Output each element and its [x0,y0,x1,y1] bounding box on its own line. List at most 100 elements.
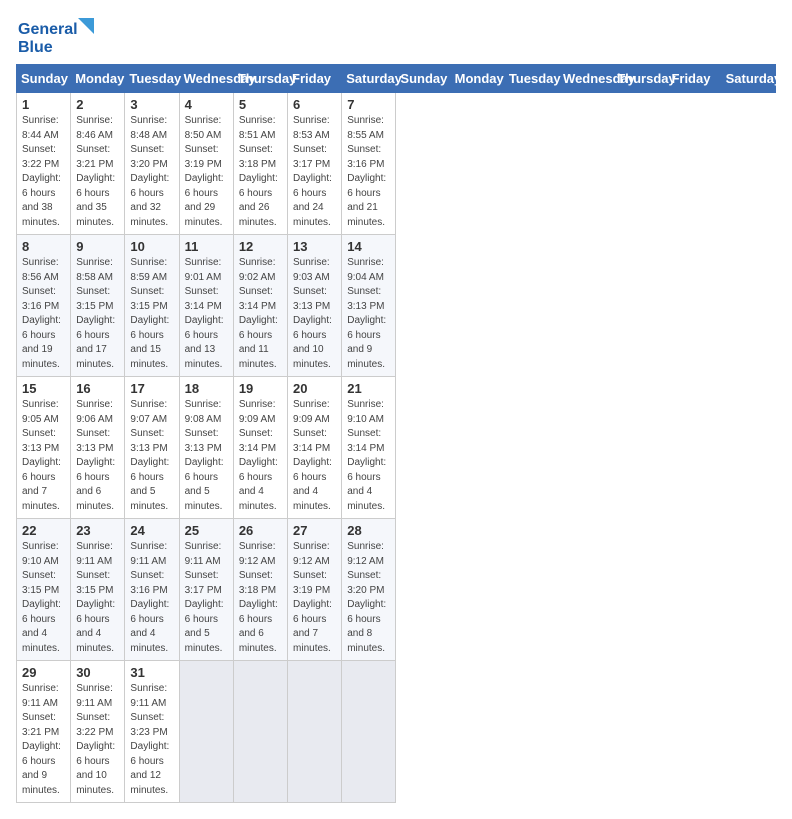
day-info: Sunrise: 9:05 AM Sunset: 3:13 PM Dayligh… [22,399,61,512]
calendar-cell: 2Sunrise: 8:46 AM Sunset: 3:21 PM Daylig… [71,93,125,235]
day-number: 30 [76,665,119,680]
day-info: Sunrise: 9:09 AM Sunset: 3:14 PM Dayligh… [293,399,332,512]
calendar-cell: 30 Sunrise: 9:11 AM Sunset: 3:22 PM Dayli… [71,661,125,803]
day-info: Sunrise: 8:50 AM Sunset: 3:19 PM Dayligh… [185,115,224,228]
header-tuesday: Tuesday [125,65,179,93]
calendar-cell: 26Sunrise: 9:12 AM Sunset: 3:18 PM Dayli… [233,519,287,661]
day-info: Sunrise: 9:10 AM Sunset: 3:14 PM Dayligh… [347,399,386,512]
day-info: Sunrise: 8:56 AM Sunset: 3:16 PM Dayligh… [22,257,61,370]
day-number: 9 [76,239,119,254]
calendar-cell: 11 Sunrise: 9:01 AM Sunset: 3:14 PM Dayli… [179,235,233,377]
calendar-cell: 25 Sunrise: 9:11 AM Sunset: 3:17 PM Dayli… [179,519,233,661]
calendar-cell: 28 Sunrise: 9:12 AM Sunset: 3:20 PM Dayli… [342,519,396,661]
calendar-table: SundayMondayTuesdayWednesdayThursdayFrid… [16,64,776,803]
day-info: Sunrise: 8:58 AM Sunset: 3:15 PM Dayligh… [76,257,115,370]
calendar-cell: 16 Sunrise: 9:06 AM Sunset: 3:13 PM Dayli… [71,377,125,519]
day-number: 19 [239,381,282,396]
day-info: Sunrise: 9:11 AM Sunset: 3:23 PM Dayligh… [130,683,169,796]
day-info: Sunrise: 9:03 AM Sunset: 3:13 PM Dayligh… [293,257,332,370]
col-header-wednesday: Wednesday [559,65,613,93]
day-number: 28 [347,523,390,538]
calendar-cell: 22 Sunrise: 9:10 AM Sunset: 3:15 PM Dayli… [17,519,71,661]
day-number: 27 [293,523,336,538]
day-info: Sunrise: 8:48 AM Sunset: 3:20 PM Dayligh… [130,115,169,228]
header: GeneralBlue [16,16,776,56]
col-header-tuesday: Tuesday [504,65,558,93]
day-info: Sunrise: 8:59 AM Sunset: 3:15 PM Dayligh… [130,257,169,370]
calendar-cell: 3 Sunrise: 8:48 AM Sunset: 3:20 PM Daylig… [125,93,179,235]
day-number: 8 [22,239,65,254]
day-number: 18 [185,381,228,396]
calendar-week-5: 29 Sunrise: 9:11 AM Sunset: 3:21 PM Dayli… [17,661,776,803]
day-number: 22 [22,523,65,538]
logo-icon: GeneralBlue [16,16,96,56]
day-number: 13 [293,239,336,254]
day-info: Sunrise: 9:12 AM Sunset: 3:20 PM Dayligh… [347,541,386,654]
calendar-cell: 5 Sunrise: 8:51 AM Sunset: 3:18 PM Daylig… [233,93,287,235]
svg-text:General: General [18,21,78,38]
day-number: 31 [130,665,173,680]
day-info: Sunrise: 8:51 AM Sunset: 3:18 PM Dayligh… [239,115,278,228]
header-monday: Monday [71,65,125,93]
day-number: 12 [239,239,282,254]
day-number: 15 [22,381,65,396]
calendar-cell: 21 Sunrise: 9:10 AM Sunset: 3:14 PM Dayli… [342,377,396,519]
day-info: Sunrise: 9:12 AM Sunset: 3:19 PM Dayligh… [293,541,332,654]
calendar-header-row: SundayMondayTuesdayWednesdayThursdayFrid… [17,65,776,93]
calendar-cell [179,661,233,803]
svg-text:Blue: Blue [18,39,53,56]
day-number: 17 [130,381,173,396]
day-number: 5 [239,97,282,112]
day-number: 24 [130,523,173,538]
day-info: Sunrise: 9:11 AM Sunset: 3:16 PM Dayligh… [130,541,169,654]
calendar-cell: 19 Sunrise: 9:09 AM Sunset: 3:14 PM Dayli… [233,377,287,519]
day-number: 25 [185,523,228,538]
calendar-cell: 9 Sunrise: 8:58 AM Sunset: 3:15 PM Daylig… [71,235,125,377]
logo: GeneralBlue [16,16,96,56]
day-number: 1 [22,97,65,112]
day-info: Sunrise: 9:04 AM Sunset: 3:13 PM Dayligh… [347,257,386,370]
calendar-cell: 6Sunrise: 8:53 AM Sunset: 3:17 PM Daylig… [288,93,342,235]
day-info: Sunrise: 9:11 AM Sunset: 3:17 PM Dayligh… [185,541,224,654]
day-number: 7 [347,97,390,112]
day-info: Sunrise: 9:10 AM Sunset: 3:15 PM Dayligh… [22,541,61,654]
calendar-cell: 17 Sunrise: 9:07 AM Sunset: 3:13 PM Dayli… [125,377,179,519]
calendar-cell: 20Sunrise: 9:09 AM Sunset: 3:14 PM Dayli… [288,377,342,519]
day-number: 3 [130,97,173,112]
col-header-saturday: Saturday [721,65,775,93]
day-info: Sunrise: 9:07 AM Sunset: 3:13 PM Dayligh… [130,399,169,512]
day-number: 21 [347,381,390,396]
col-header-thursday: Thursday [613,65,667,93]
day-info: Sunrise: 9:11 AM Sunset: 3:21 PM Dayligh… [22,683,61,796]
calendar-cell: 7 Sunrise: 8:55 AM Sunset: 3:16 PM Daylig… [342,93,396,235]
day-info: Sunrise: 9:09 AM Sunset: 3:14 PM Dayligh… [239,399,278,512]
day-info: Sunrise: 9:06 AM Sunset: 3:13 PM Dayligh… [76,399,115,512]
calendar-cell: 13 Sunrise: 9:03 AM Sunset: 3:13 PM Dayli… [288,235,342,377]
calendar-week-4: 22 Sunrise: 9:10 AM Sunset: 3:15 PM Dayli… [17,519,776,661]
day-info: Sunrise: 9:01 AM Sunset: 3:14 PM Dayligh… [185,257,224,370]
day-number: 4 [185,97,228,112]
day-number: 23 [76,523,119,538]
calendar-cell: 12 Sunrise: 9:02 AM Sunset: 3:14 PM Dayli… [233,235,287,377]
day-info: Sunrise: 9:02 AM Sunset: 3:14 PM Dayligh… [239,257,278,370]
calendar-week-1: 1Sunrise: 8:44 AM Sunset: 3:22 PM Daylig… [17,93,776,235]
calendar-cell: 24 Sunrise: 9:11 AM Sunset: 3:16 PM Dayli… [125,519,179,661]
calendar-week-3: 15 Sunrise: 9:05 AM Sunset: 3:13 PM Dayli… [17,377,776,519]
header-thursday: Thursday [233,65,287,93]
day-number: 16 [76,381,119,396]
day-number: 29 [22,665,65,680]
calendar-week-2: 8 Sunrise: 8:56 AM Sunset: 3:16 PM Daylig… [17,235,776,377]
col-header-sunday: Sunday [396,65,450,93]
calendar-cell: 29 Sunrise: 9:11 AM Sunset: 3:21 PM Dayli… [17,661,71,803]
calendar-cell: 8 Sunrise: 8:56 AM Sunset: 3:16 PM Daylig… [17,235,71,377]
calendar-cell: 4 Sunrise: 8:50 AM Sunset: 3:19 PM Daylig… [179,93,233,235]
day-info: Sunrise: 9:08 AM Sunset: 3:13 PM Dayligh… [185,399,224,512]
day-info: Sunrise: 8:55 AM Sunset: 3:16 PM Dayligh… [347,115,386,228]
day-info: Sunrise: 9:11 AM Sunset: 3:22 PM Dayligh… [76,683,115,796]
col-header-friday: Friday [667,65,721,93]
calendar-cell: 31 Sunrise: 9:11 AM Sunset: 3:23 PM Dayli… [125,661,179,803]
day-number: 11 [185,239,228,254]
calendar-cell [342,661,396,803]
header-saturday: Saturday [342,65,396,93]
header-friday: Friday [288,65,342,93]
